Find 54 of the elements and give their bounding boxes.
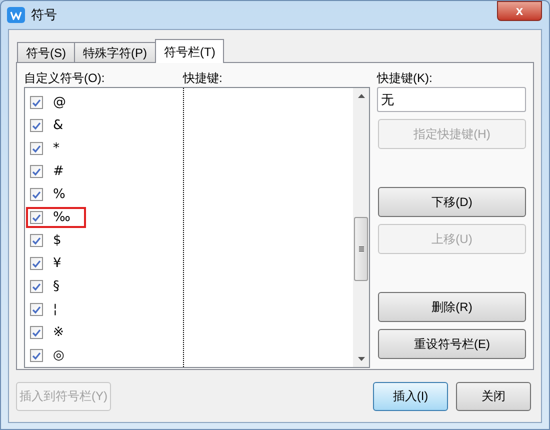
symbol-item[interactable]: § [26,276,86,297]
checkbox[interactable] [30,234,43,247]
dialog-button[interactable]: 插入(I) [373,382,448,411]
symbol-text: § [53,278,60,296]
shortcut-label: 快捷键(K): [377,70,434,87]
symbol-item[interactable]: ¦ [26,299,86,320]
list-label: 自定义符号(O): [24,70,106,87]
tab[interactable]: 符号栏(T) [155,39,224,63]
tab[interactable]: 特殊字符(P) [74,42,156,63]
checkbox[interactable] [30,165,43,178]
symbol-item[interactable]: ※ [26,322,86,343]
checkbox[interactable] [30,303,43,316]
app-logo-icon [7,7,25,23]
shortcut-field[interactable]: 无 [377,87,526,112]
symbol-text: ※ [53,324,64,342]
checkbox[interactable] [30,119,43,132]
symbol-text: ‰ [53,208,70,227]
scroll-thumb[interactable] [354,217,368,281]
symbol-text: ◎ [53,346,64,365]
scrollbar[interactable] [353,88,369,367]
action-button[interactable]: 下移(D) [378,187,526,217]
symbol-text: ¥ [53,254,62,273]
checkbox[interactable] [30,257,43,270]
symbol-text: ¦ [53,300,58,319]
checkbox[interactable] [30,349,43,362]
scroll-down-icon[interactable] [358,357,364,361]
symbol-item[interactable]: ¥ [26,253,86,274]
symbol-text: $ [53,232,62,250]
checkbox[interactable] [30,142,43,155]
symbol-text: * [53,140,60,158]
symbol-text: % [53,186,66,204]
window-title: 符号 [31,6,57,24]
symbol-text: & [53,116,64,135]
symbol-item[interactable]: * [26,138,86,159]
scroll-up-icon[interactable] [358,94,364,98]
symbol-item[interactable]: $ [26,230,86,251]
checkbox[interactable] [30,211,43,224]
checkbox[interactable] [30,96,43,109]
checkbox[interactable] [30,280,43,293]
checkbox[interactable] [30,188,43,201]
symbol-item[interactable]: ◎ [26,345,86,366]
symbol-text: # [53,162,64,181]
action-button[interactable]: 删除(R) [378,292,526,322]
action-button[interactable]: 重设符号栏(E) [378,329,526,359]
symbol-item[interactable]: & [26,115,86,136]
column-heading: 快捷键: [183,70,222,87]
dialog-button[interactable]: 关闭 [456,382,531,411]
checkbox[interactable] [30,326,43,339]
symbol-item[interactable]: # [26,161,86,182]
tab[interactable]: 符号(S) [17,42,75,63]
symbol-item[interactable]: ‰ [26,207,86,228]
symbol-item[interactable]: @ [26,92,86,113]
symbol-text: @ [53,94,66,112]
symbol-item[interactable]: % [26,184,86,205]
